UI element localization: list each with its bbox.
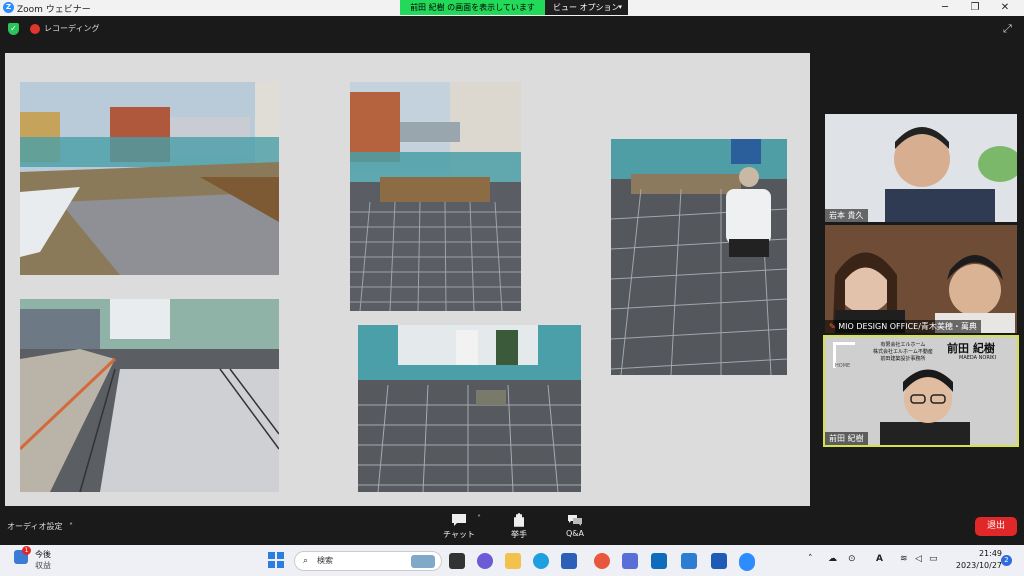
windows-taskbar: 1 今後 収益 ⌕ 検索 ˄ ☁ ⊙ A ≋ ◁ ▭ 21:49 2023/10… [0,545,1024,576]
audio-settings-button[interactable]: オーディオ設定 ˄ [7,521,73,532]
app-tray-icon[interactable]: A [876,554,883,564]
close-icon[interactable]: ✕ [992,0,1018,16]
company-name-lines: 有限会社エルホーム 株式会社エルホーム不動産 前田建築設計事務所 [873,342,933,363]
participant-video-tile[interactable]: ✎ MIO DESIGN OFFICE/青木美穂・萬典 [825,225,1017,333]
screen-share-banner: 前田 紀樹 の画面を表示しています [400,0,545,15]
recording-icon [30,24,40,34]
company-line: 有限会社エルホーム [880,342,926,348]
battery-icon[interactable]: ▭ [929,554,938,564]
chevron-down-icon: ▾ [618,3,622,11]
raise-hand-label: 挙手 [511,530,527,539]
hand-icon [511,512,527,527]
construction-photo [358,325,581,492]
participant-video-tile[interactable]: 岩本 貴久 [825,114,1017,222]
window-title-bar: Z Zoom ウェビナー 前田 紀樹 の画面を表示しています ビュー オプション… [0,0,1024,16]
notification-badge[interactable]: 2 [1001,555,1012,566]
nameplate: 前田 紀樹 [947,342,995,355]
view-options-label: ビュー オプション [553,3,620,12]
mail-icon[interactable] [622,553,638,569]
nameplate-roman: MAEDA NORIKI [959,355,997,361]
qa-icon [567,512,583,526]
task-view-icon[interactable] [449,553,465,569]
security-shield-icon[interactable]: ✓ [8,23,19,35]
construction-photo [611,139,787,375]
view-options-button[interactable]: ビュー オプション ▾ [545,0,628,15]
wifi-icon[interactable]: ≋ [900,554,908,564]
edge-browser-icon[interactable] [533,553,549,569]
taskbar-date[interactable]: 2023/10/27 [940,561,1002,570]
calendar-icon[interactable] [681,553,697,569]
qa-label: Q&A [565,529,584,538]
construction-photo [350,82,521,311]
record-indicator-icon: ✎ [829,322,836,331]
chat-label: チャット [443,530,475,539]
participant-name: ✎ MIO DESIGN OFFICE/青木美穂・萬典 [825,320,981,333]
fullscreen-icon[interactable]: ⤢ [1003,22,1012,36]
search-icon: ⌕ [303,556,309,566]
widgets-badge: 1 [22,546,31,555]
company-line: 前田建築設計事務所 [880,356,926,362]
construction-photo [20,299,279,492]
zoom-logo-icon: Z [3,2,14,13]
meeting-status-row: ✓ レコーディング ⤢ [0,16,1024,44]
zoom-taskbar-icon[interactable] [739,553,755,569]
search-placeholder: 検索 [317,556,333,565]
taskbar-search-input[interactable]: ⌕ 検索 [294,551,442,571]
outlook-icon[interactable] [651,553,667,569]
company-logo-text: HOME [835,363,851,369]
word-icon[interactable] [711,553,727,569]
company-line: 株式会社エルホーム不動産 [873,349,933,355]
network-icon[interactable]: ⊙ [848,554,856,564]
participant-name-text: MIO DESIGN OFFICE/青木美穂・萬典 [838,322,977,331]
cloud-icon[interactable]: ☁ [828,554,837,564]
volume-icon[interactable]: ◁ [915,554,922,564]
raise-hand-button[interactable]: 挙手 [499,512,539,540]
meeting-control-bar: オーディオ設定 ˄ チャット ˄ 挙手 Q&A 退出 [0,508,1024,545]
recording-label: レコーディング [44,24,100,33]
active-speaker-video-tile[interactable]: HOME 有限会社エルホーム 株式会社エルホーム不動産 前田建築設計事務所 前田… [823,335,1019,447]
construction-photo [20,82,279,275]
chevron-up-icon[interactable]: ˄ [477,514,481,523]
minimize-icon[interactable]: ─ [932,0,958,16]
widgets-line1: 今後 [35,550,51,559]
app-title: Zoom ウェビナー [17,5,91,15]
teams-chat-icon[interactable] [477,553,493,569]
windows-start-icon[interactable] [268,552,284,568]
shared-screen [5,53,810,506]
widgets-icon[interactable]: 1 [14,546,31,564]
chat-button[interactable]: チャット [439,512,479,540]
taskbar-time[interactable]: 21:49 [962,549,1002,558]
widgets-line2: 収益 [35,561,51,570]
store-icon[interactable] [561,553,577,569]
file-explorer-icon[interactable] [505,553,521,569]
participant-name: 岩本 貴久 [825,209,868,222]
chat-icon [451,512,467,526]
app-icon[interactable] [594,553,610,569]
chevron-up-icon[interactable]: ˄ [808,554,813,564]
leave-button[interactable]: 退出 [975,517,1017,536]
participant-name: 前田 紀樹 [825,432,868,445]
search-highlight-icon [411,555,435,568]
audio-settings-label: オーディオ設定 [7,522,63,531]
qa-button[interactable]: Q&A [555,512,595,538]
maximize-icon[interactable]: ❐ [962,0,988,16]
chevron-up-icon: ˄ [69,522,73,531]
